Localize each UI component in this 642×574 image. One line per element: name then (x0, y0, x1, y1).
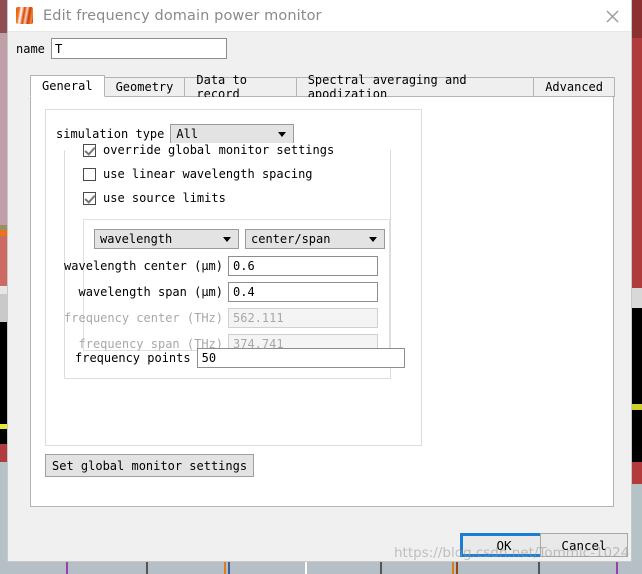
ruler-tick (66, 560, 68, 574)
ok-button[interactable]: OK (460, 533, 548, 557)
ruler-tick (305, 560, 307, 574)
cancel-button[interactable]: Cancel (540, 533, 628, 557)
spectrum-mode-value: center/span (251, 232, 331, 246)
simulation-type-select[interactable]: All (170, 124, 295, 144)
label-wavelength-span: wavelength span (µm) (78, 285, 224, 299)
checkbox-use-source-limits[interactable] (83, 191, 96, 205)
checkbox-row-linear-spacing[interactable]: use linear wavelength spacing (83, 167, 313, 181)
dialog-title: Edit frequency domain power monitor (43, 7, 322, 24)
input-frequency-points[interactable] (196, 348, 405, 368)
checkbox-override-global[interactable] (83, 143, 96, 157)
ruler-tick (228, 560, 230, 574)
tab-label: Geometry (115, 80, 174, 94)
input-wavelength-center[interactable] (228, 256, 378, 276)
name-input[interactable] (50, 38, 227, 59)
simulation-type-value: All (176, 127, 199, 141)
ruler-tick (224, 560, 226, 574)
spectrum-quantity-value: wavelength (100, 232, 173, 246)
tab-data-to-record[interactable]: Data to record (184, 73, 297, 101)
dialog-titlebar: Edit frequency domain power monitor (8, 0, 631, 32)
simulation-type-label: simulation type (56, 127, 165, 141)
screen: Edit frequency domain power monitor name… (0, 0, 642, 574)
monitor-override-group: override global monitor settings use lin… (64, 143, 405, 379)
spectrum-fields-group: wavelength center/span wavelength center… (64, 219, 390, 354)
tab-spectral-averaging-and-apodization[interactable]: Spectral averaging and apodization (295, 73, 535, 101)
checkbox-label-source-limits: use source limits (103, 191, 226, 205)
checkbox-row-source-limits[interactable]: use source limits (83, 191, 226, 205)
close-icon[interactable] (599, 4, 625, 28)
name-row: name (16, 38, 227, 59)
input-frequency-center (228, 308, 378, 328)
field-row-frequency-center: frequency center (THz) (64, 308, 378, 328)
field-row-wavelength-center: wavelength center (µm) (64, 256, 378, 276)
checkbox-label-override: override global monitor settings (103, 143, 335, 157)
tab-label: Advanced (545, 80, 603, 94)
chevron-down-icon (369, 237, 377, 242)
chevron-down-icon (223, 237, 231, 242)
tab-geometry[interactable]: Geometry (103, 77, 186, 97)
simulation-type-row: simulation type All (56, 124, 295, 144)
tab-label: General (42, 79, 93, 93)
edit-monitor-dialog: Edit frequency domain power monitor name… (7, 0, 632, 562)
ruler-tick (146, 560, 148, 574)
field-row-wavelength-span: wavelength span (µm) (78, 282, 378, 302)
label-wavelength-center: wavelength center (µm) (64, 259, 223, 273)
label-frequency-center: frequency center (THz) (64, 311, 223, 325)
frequency-points-row: frequency points (75, 348, 405, 368)
input-wavelength-span[interactable] (228, 282, 378, 302)
ruler-tick (456, 560, 458, 574)
checkbox-row-override[interactable]: override global monitor settings (83, 143, 339, 157)
name-label: name (16, 41, 45, 56)
ruler-tick (538, 560, 540, 574)
label-frequency-points: frequency points (75, 351, 191, 365)
ruler-tick (616, 560, 618, 574)
tab-panel-general: simulation type All override global moni… (30, 97, 614, 507)
ruler-tick (380, 560, 382, 574)
ruler-tick (452, 560, 454, 574)
spectrum-quantity-select[interactable]: wavelength (94, 229, 239, 249)
chevron-down-icon (278, 132, 287, 137)
background-bottom-ruler (0, 560, 642, 574)
set-global-monitor-settings-button[interactable]: Set global monitor settings (45, 454, 255, 477)
tab-general[interactable]: General (30, 75, 105, 97)
spectrum-selectors-row: wavelength center/span (94, 229, 385, 249)
lumerical-flame-icon (16, 7, 33, 24)
checkbox-linear-wavelength-spacing[interactable] (83, 167, 96, 181)
tab-advanced[interactable]: Advanced (533, 77, 615, 97)
spectrum-mode-select[interactable]: center/span (245, 229, 385, 249)
checkbox-label-linear-spacing: use linear wavelength spacing (103, 167, 313, 181)
tab-bar: General Geometry Data to record Spectral av… (30, 73, 615, 101)
general-settings-group: simulation type All override global moni… (45, 109, 422, 446)
